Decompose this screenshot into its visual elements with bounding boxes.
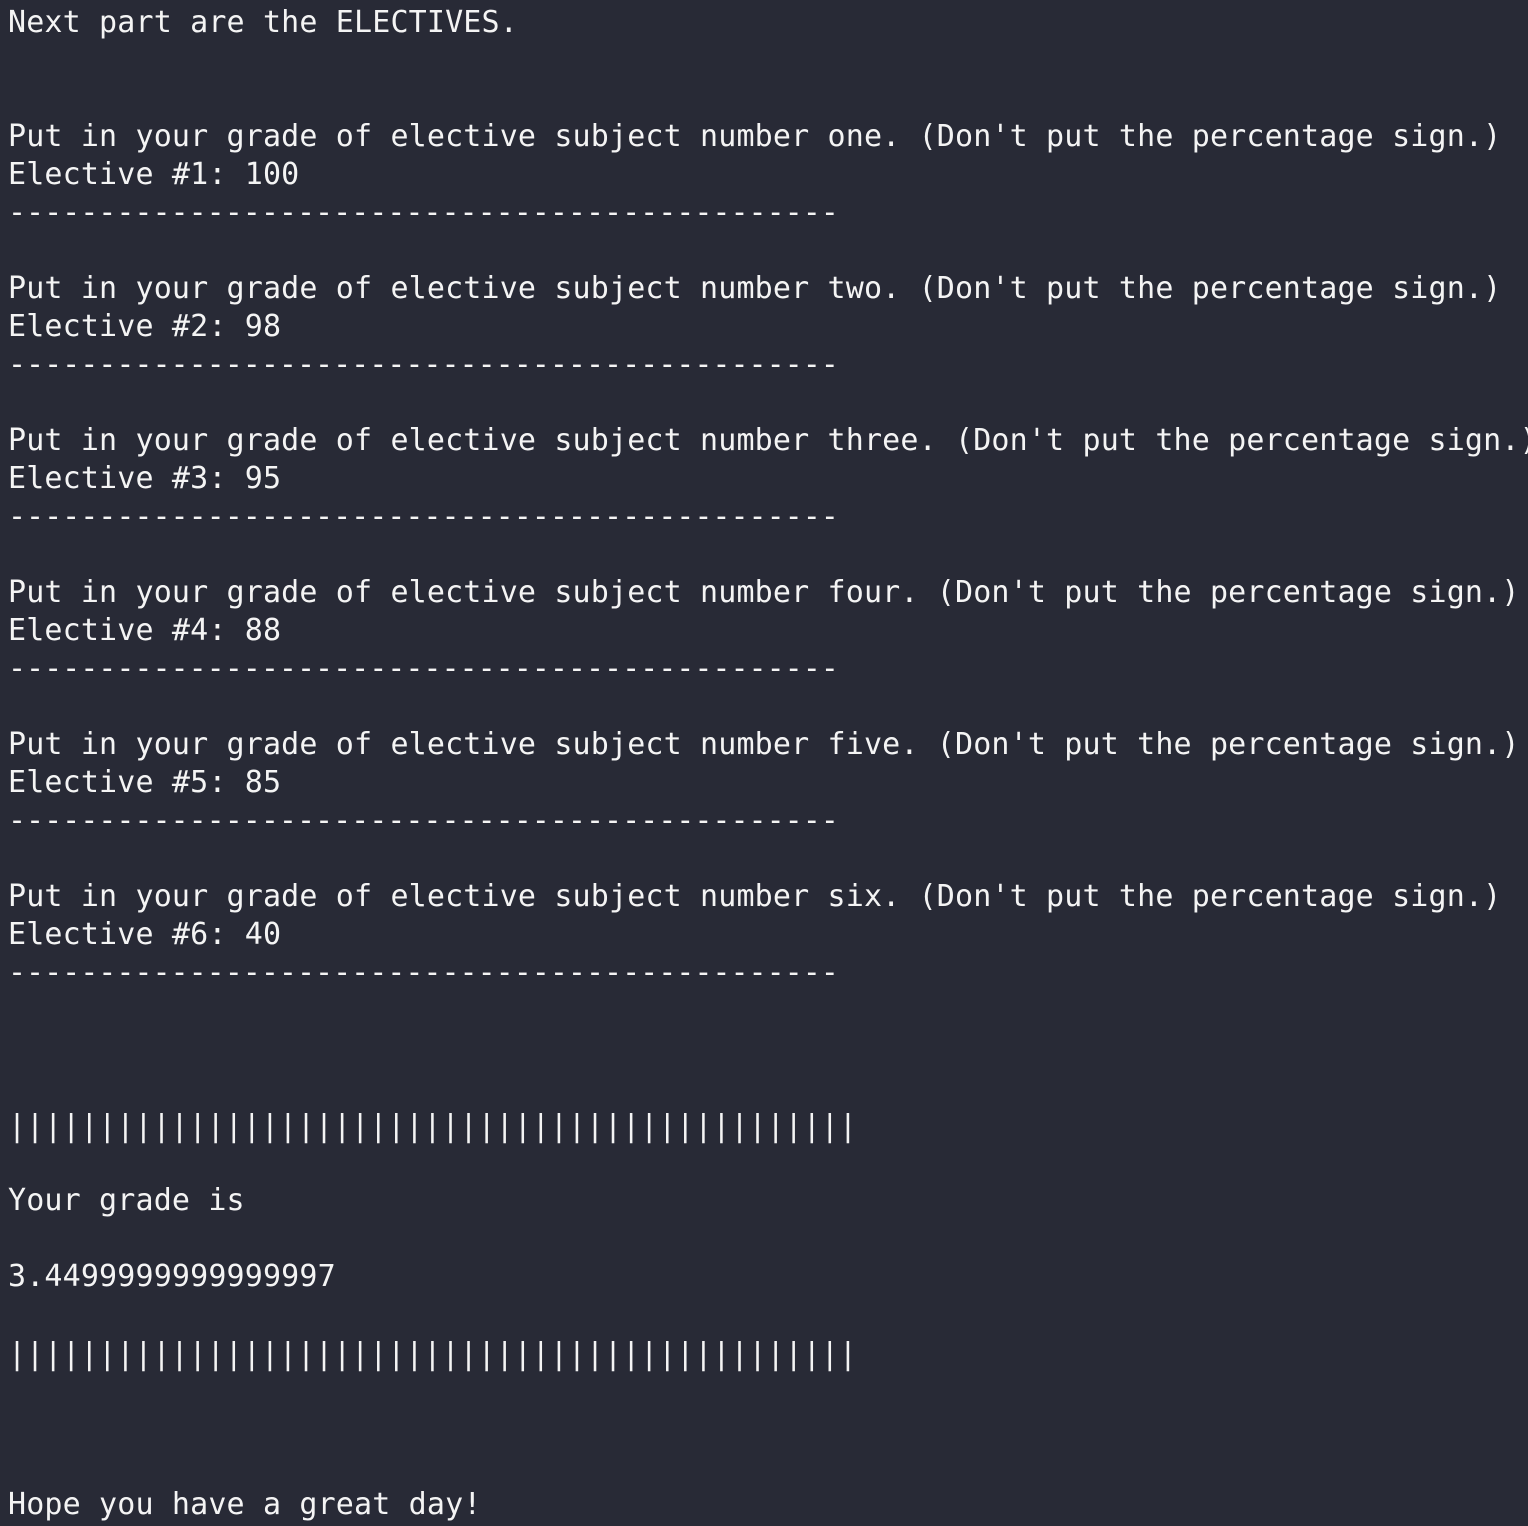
grade-label: Your grade is (8, 1183, 245, 1218)
separator-4: ----------------------------------------… (8, 651, 839, 686)
elective-4-entry: Elective #4: 88 (8, 613, 282, 648)
elective-1-prompt: Put in your grade of elective subject nu… (8, 119, 1502, 154)
elective-1-entry: Elective #1: 100 (8, 157, 300, 192)
elective-3-entry: Elective #3: 95 (8, 461, 282, 496)
separator-5: ----------------------------------------… (8, 803, 839, 838)
grade-value: 3.4499999999999997 (8, 1259, 336, 1294)
intro-line: Next part are the ELECTIVES. (8, 5, 518, 40)
elective-5-entry: Elective #5: 85 (8, 765, 282, 800)
elective-3-prompt: Put in your grade of elective subject nu… (8, 423, 1528, 458)
separator-3: ----------------------------------------… (8, 499, 839, 534)
result-bar-bottom: ||||||||||||||||||||||||||||||||||||||||… (8, 1337, 857, 1372)
elective-2-entry: Elective #2: 98 (8, 309, 282, 344)
elective-5-prompt: Put in your grade of elective subject nu… (8, 727, 1520, 762)
terminal-window[interactable]: Next part are the ELECTIVES. Put in your… (0, 0, 1528, 1526)
farewell-line: Hope you have a great day! (8, 1487, 482, 1522)
elective-6-prompt: Put in your grade of elective subject nu… (8, 879, 1502, 914)
elective-4-prompt: Put in your grade of elective subject nu… (8, 575, 1520, 610)
elective-2-prompt: Put in your grade of elective subject nu… (8, 271, 1502, 306)
separator-6: ----------------------------------------… (8, 955, 839, 990)
elective-6-entry: Elective #6: 40 (8, 917, 282, 952)
separator-2: ----------------------------------------… (8, 347, 839, 382)
separator-1: ----------------------------------------… (8, 195, 839, 230)
result-bar-top: ||||||||||||||||||||||||||||||||||||||||… (8, 1109, 857, 1144)
